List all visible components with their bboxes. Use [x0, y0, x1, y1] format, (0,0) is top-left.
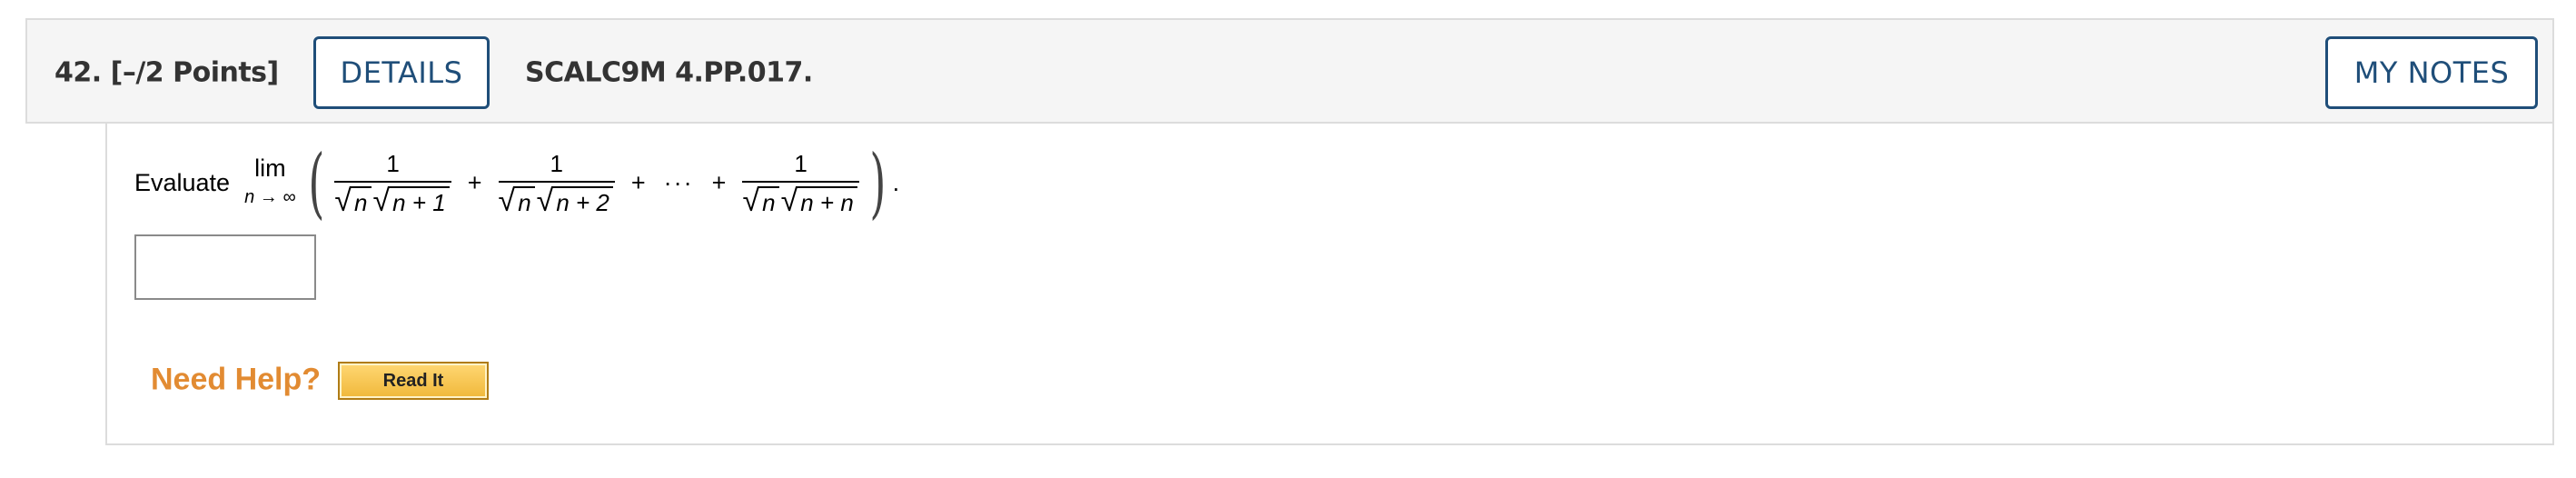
radicand: n + 2	[552, 186, 613, 217]
radical-sign: √	[742, 184, 760, 218]
answer-input[interactable]	[134, 234, 316, 300]
fraction-bar	[498, 181, 615, 183]
sqrt-n-plus-k: √ n + 2	[537, 184, 613, 217]
plus-sign: +	[467, 168, 482, 196]
question-header: 42. [–/2 Points] DETAILS SCALC9M 4.PP.01…	[25, 18, 2554, 124]
problem-statement: Evaluate lim n → ∞ ( 1 √ n √ n + 1 + 1 √ n …	[134, 133, 899, 233]
question-number-label: 42.	[54, 56, 102, 89]
sqrt-n-plus-k: √ n + 1	[373, 184, 450, 217]
numerator: 1	[794, 150, 807, 177]
question-number: 42. [–/2 Points]	[54, 57, 279, 89]
points-label: [–/2 Points]	[110, 56, 280, 89]
denominator: √ n √ n + 2	[499, 184, 615, 217]
plus-sign: +	[630, 168, 646, 196]
radical-sign: √	[536, 184, 554, 218]
radical-sign: √	[498, 184, 516, 218]
radicand: n	[351, 186, 372, 217]
sqrt-n: √ n	[334, 184, 372, 218]
lim-text: lim	[254, 154, 286, 182]
ellipsis: ···	[663, 168, 694, 196]
numerator: 1	[386, 150, 400, 177]
plus-sign: +	[711, 168, 727, 196]
radicand: n + n	[797, 186, 857, 217]
details-button[interactable]: DETAILS	[313, 36, 490, 109]
close-paren: )	[869, 138, 887, 227]
sqrt-n: √ n	[742, 184, 779, 218]
sqrt-n-plus-k: √ n + n	[781, 184, 857, 217]
radicand: n	[514, 186, 535, 217]
lim-subscript: n → ∞	[244, 187, 296, 207]
my-notes-button[interactable]: MY NOTES	[2325, 36, 2538, 109]
denominator: √ n √ n + n	[742, 184, 858, 217]
need-help-label: Need Help?	[151, 362, 322, 397]
sqrt-n: √ n	[499, 184, 535, 217]
radicand: n + 1	[389, 186, 450, 217]
fraction-bar	[334, 181, 451, 183]
radical-sign: √	[780, 184, 798, 218]
fraction-bar	[742, 181, 859, 183]
radical-sign: √	[372, 184, 391, 218]
numerator: 1	[550, 150, 563, 177]
fraction-term-2: 1 √ n √ n + 2	[498, 148, 615, 217]
limit-operator: lim n → ∞	[244, 155, 296, 210]
read-it-button[interactable]: Read It	[338, 362, 489, 400]
fraction-term-n: 1 √ n √ n + n	[742, 148, 859, 217]
denominator: √ n √ n + 1	[334, 184, 451, 217]
open-paren: (	[307, 138, 324, 227]
fraction-term-1: 1 √ n √ n + 1	[334, 148, 451, 217]
problem-prompt: Evaluate	[134, 168, 231, 196]
radicand: n	[758, 186, 779, 217]
period: .	[892, 168, 900, 196]
radical-sign: √	[334, 184, 352, 218]
question-body: Evaluate lim n → ∞ ( 1 √ n √ n + 1 + 1 √ n …	[105, 124, 2554, 445]
question-code: SCALC9M 4.PP.017.	[525, 56, 813, 89]
